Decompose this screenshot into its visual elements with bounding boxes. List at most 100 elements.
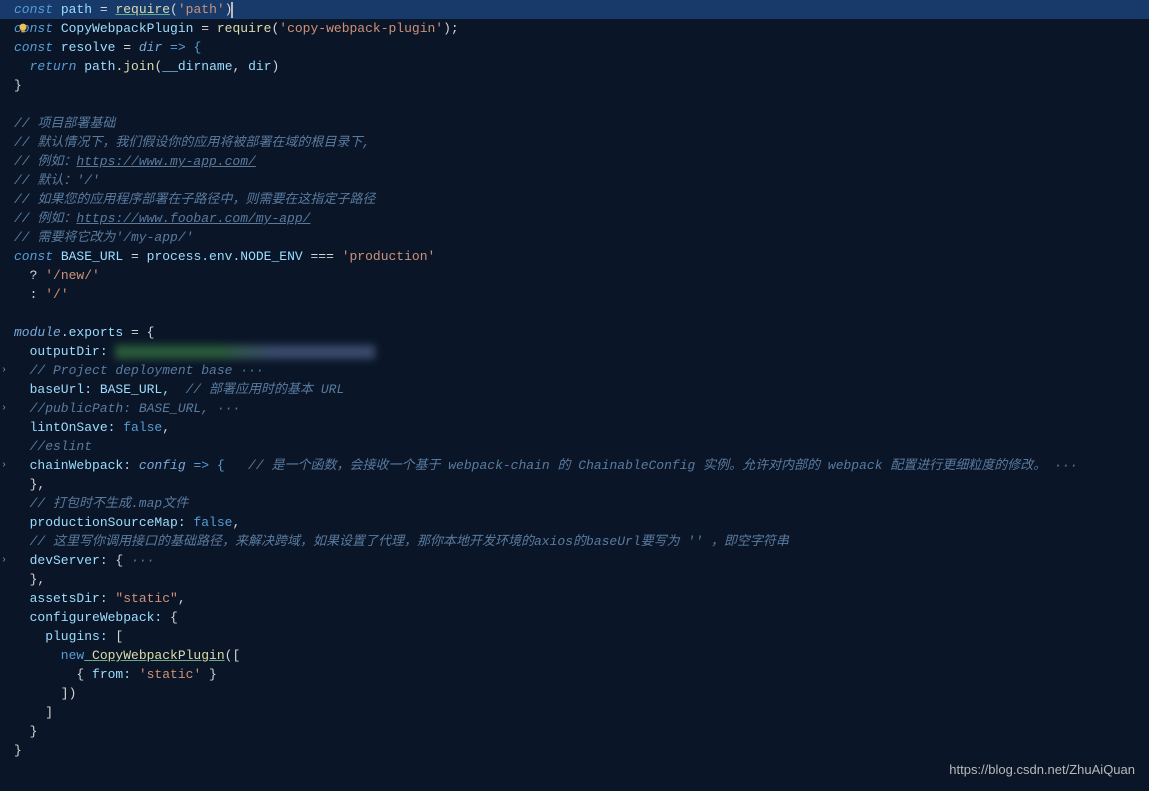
code-line[interactable]: const BASE_URL = process.env.NODE_ENV ==… xyxy=(0,247,1149,266)
keyword: new xyxy=(14,646,84,665)
code-line[interactable]: › devServer: { ··· xyxy=(0,551,1149,570)
punct: , xyxy=(162,418,170,437)
code-editor[interactable]: const path = require('path') const CopyW… xyxy=(0,0,1149,760)
code-line[interactable]: { from: 'static' } xyxy=(0,665,1149,684)
code-line[interactable]: // 打包时不生成.map文件 xyxy=(0,494,1149,513)
variable: .env xyxy=(201,247,232,266)
comment: // 打包时不生成.map文件 xyxy=(14,494,188,513)
code-line[interactable]: plugins: [ xyxy=(0,627,1149,646)
property: productionSourceMap: xyxy=(14,513,186,532)
code-line[interactable]: // 例如：https://www.my-app.com/ xyxy=(0,152,1149,171)
comment: // 是一个函数，会接收一个基于 webpack-chain 的 Chainab… xyxy=(232,456,1046,475)
code-line[interactable]: module.exports = { xyxy=(0,323,1149,342)
code-line[interactable]: outputDir: xyxy=(0,342,1149,361)
punct: } xyxy=(201,665,217,684)
code-line[interactable]: // 这里写你调用接口的基础路径，来解决跨域，如果设置了代理，那你本地开发环境的… xyxy=(0,532,1149,551)
comment-link[interactable]: https://www.foobar.com/my-app/ xyxy=(76,209,310,228)
string: "static" xyxy=(108,589,178,608)
code-line[interactable]: } xyxy=(0,722,1149,741)
punct: }, xyxy=(14,475,45,494)
property: configureWebpack: xyxy=(14,608,162,627)
function: require xyxy=(217,19,272,38)
punct: ([ xyxy=(225,646,241,665)
code-line[interactable]: › chainWebpack: config => { // 是一个函数，会接收… xyxy=(0,456,1149,475)
variable: BASE_URL, xyxy=(92,380,170,399)
string: 'copy-webpack-plugin' xyxy=(279,19,443,38)
keyword: const xyxy=(14,247,53,266)
punct: ); xyxy=(443,19,459,38)
punct: , xyxy=(178,589,186,608)
chevron-right-icon[interactable]: › xyxy=(1,551,7,570)
code-line[interactable]: }, xyxy=(0,570,1149,589)
boolean: false xyxy=(186,513,233,532)
string: '/new/' xyxy=(45,266,100,285)
code-line[interactable]: productionSourceMap: false, xyxy=(0,513,1149,532)
code-line[interactable]: const CopyWebpackPlugin = require('copy-… xyxy=(0,19,1149,38)
chevron-right-icon[interactable]: › xyxy=(1,456,7,475)
operator: = xyxy=(100,0,116,19)
arrow: => { xyxy=(162,38,201,57)
code-line[interactable]: new CopyWebpackPlugin([ xyxy=(0,646,1149,665)
variable: dir xyxy=(248,57,271,76)
code-line[interactable]: // 默认情况下，我们假设你的应用将被部署在域的根目录下, xyxy=(0,133,1149,152)
string: '/' xyxy=(45,285,68,304)
code-line[interactable]: //eslint xyxy=(0,437,1149,456)
code-line[interactable]: baseUrl: BASE_URL, // 部署应用时的基本 URL xyxy=(0,380,1149,399)
operator: ? xyxy=(14,266,45,285)
code-line[interactable]: const resolve = dir => { xyxy=(0,38,1149,57)
variable: path xyxy=(76,57,115,76)
function: ..joinjoin xyxy=(115,57,154,76)
fold-dots[interactable]: ··· xyxy=(123,551,154,570)
keyword: const xyxy=(14,38,53,57)
code-line[interactable]: // 例如：https://www.foobar.com/my-app/ xyxy=(0,209,1149,228)
property: assetsDir: xyxy=(14,589,108,608)
code-line[interactable]: lintOnSave: false, xyxy=(0,418,1149,437)
code-line[interactable]: return path..joinjoin(__dirname, dir) xyxy=(0,57,1149,76)
comment-link[interactable]: https://www.my-app.com/ xyxy=(76,152,255,171)
chevron-right-icon[interactable]: › xyxy=(1,361,7,380)
code-line[interactable]: configureWebpack: { xyxy=(0,608,1149,627)
keyword: const xyxy=(14,0,53,19)
punct: { xyxy=(108,551,124,570)
code-line[interactable]: }, xyxy=(0,475,1149,494)
comment: // 默认情况下，我们假设你的应用将被部署在域的根目录下, xyxy=(14,133,370,152)
keyword: return xyxy=(14,57,76,76)
string: 'path' xyxy=(178,0,225,19)
code-line[interactable]: › //publicPath: BASE_URL, ··· xyxy=(0,399,1149,418)
punct: ] xyxy=(14,703,53,722)
code-line[interactable]: assetsDir: "static", xyxy=(0,589,1149,608)
code-line[interactable]: // 如果您的应用程序部署在子路径中，则需要在这指定子路径 xyxy=(0,190,1149,209)
variable: BASE_URL xyxy=(53,247,131,266)
variable: module xyxy=(14,323,61,342)
variable: __dirname xyxy=(162,57,232,76)
fold-dots[interactable]: ··· xyxy=(232,361,263,380)
code-line[interactable]: // 项目部署基础 xyxy=(0,114,1149,133)
code-line[interactable]: const path = require('path') xyxy=(0,0,1149,19)
comment: // 项目部署基础 xyxy=(14,114,115,133)
variable: path xyxy=(53,0,100,19)
punct: [ xyxy=(108,627,124,646)
punct: } xyxy=(14,76,22,95)
lightbulb-icon[interactable] xyxy=(16,21,30,35)
code-line[interactable]: : '/' xyxy=(0,285,1149,304)
code-line[interactable]: // 默认：'/' xyxy=(0,171,1149,190)
operator: = xyxy=(131,247,147,266)
property: lintOnSave: xyxy=(14,418,115,437)
code-line[interactable] xyxy=(0,304,1149,323)
chevron-right-icon[interactable]: › xyxy=(1,399,7,418)
punct: , xyxy=(233,57,249,76)
code-line[interactable]: ]) xyxy=(0,684,1149,703)
code-line[interactable] xyxy=(0,95,1149,114)
fold-dots[interactable]: ··· xyxy=(1046,456,1077,475)
arrow: => { xyxy=(186,456,233,475)
code-line[interactable]: › // Project deployment base ··· xyxy=(0,361,1149,380)
code-line[interactable]: } xyxy=(0,76,1149,95)
comment: // 例如： xyxy=(14,152,76,171)
code-line[interactable]: } xyxy=(0,741,1149,760)
code-line[interactable]: ? '/new/' xyxy=(0,266,1149,285)
parameter: dir xyxy=(139,38,162,57)
code-line[interactable]: ] xyxy=(0,703,1149,722)
fold-dots[interactable]: ··· xyxy=(209,399,240,418)
comment: // 这里写你调用接口的基础路径，来解决跨域，如果设置了代理，那你本地开发环境的… xyxy=(14,532,789,551)
code-line[interactable]: // 需要将它改为'/my-app/' xyxy=(0,228,1149,247)
